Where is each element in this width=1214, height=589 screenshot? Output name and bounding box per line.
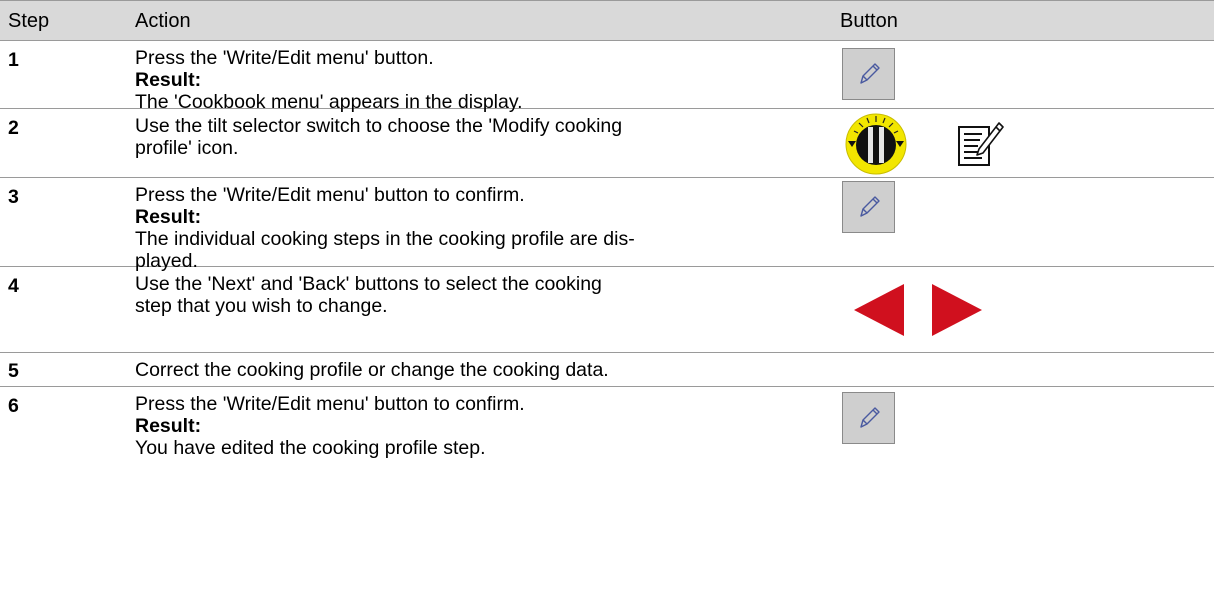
pencil-edit-button-icon	[842, 48, 895, 100]
header-action: Action	[135, 10, 191, 32]
table-row: 2 Use the tilt selector switch to choose…	[0, 109, 1214, 178]
header-step: Step	[8, 10, 50, 32]
result-label: Result:	[135, 415, 202, 437]
next-arrow-icon	[932, 284, 982, 336]
pencil-edit-button-icon	[842, 181, 895, 233]
table-row: 3 Press the 'Write/Edit menu' button to …	[0, 178, 1214, 272]
action-text: Press the 'Write/Edit menu' button to co…	[135, 184, 525, 206]
action-text: Use the tilt selector switch to choose t…	[135, 115, 623, 137]
pencil-edit-button-icon	[842, 392, 895, 444]
action-text: Correct the cooking profile or change th…	[135, 359, 609, 381]
step-number: 3	[8, 186, 19, 208]
action-text: step that you wish to change.	[135, 295, 388, 317]
result-label: Result:	[135, 69, 202, 91]
table-row: 4 Use the 'Next' and 'Back' buttons to s…	[0, 267, 1214, 353]
result-text: You have edited the cooking profile step…	[135, 437, 486, 459]
step-number: 5	[8, 360, 19, 382]
result-label: Result:	[135, 206, 202, 228]
modify-cooking-profile-icon	[955, 119, 1005, 169]
table-row: 6 Press the 'Write/Edit menu' button to …	[0, 387, 1214, 459]
action-text: Press the 'Write/Edit menu' button.	[135, 47, 434, 69]
step-number: 2	[8, 117, 19, 139]
table-row: 5 Correct the cooking profile or change …	[0, 353, 1214, 387]
header-button: Button	[840, 10, 898, 32]
action-text: Use the 'Next' and 'Back' buttons to sel…	[135, 273, 602, 295]
table-header: Step Action Button	[0, 0, 1214, 41]
step-action: Press the 'Write/Edit menu' button to co…	[135, 393, 795, 459]
action-text: profile' icon.	[135, 137, 239, 159]
result-text: The individual cooking steps in the cook…	[135, 228, 635, 250]
step-action: Press the 'Write/Edit menu' button. Resu…	[135, 47, 795, 113]
back-arrow-icon	[854, 284, 904, 336]
step-action: Press the 'Write/Edit menu' button to co…	[135, 184, 795, 272]
action-text: Press the 'Write/Edit menu' button to co…	[135, 393, 525, 415]
table-row: 1 Press the 'Write/Edit menu' button. Re…	[0, 41, 1214, 113]
step-number: 6	[8, 395, 19, 417]
step-number: 4	[8, 275, 19, 297]
step-action: Use the 'Next' and 'Back' buttons to sel…	[135, 273, 795, 317]
step-number: 1	[8, 49, 19, 71]
step-action: Correct the cooking profile or change th…	[135, 359, 795, 381]
step-action: Use the tilt selector switch to choose t…	[135, 115, 795, 159]
tilt-selector-switch-icon	[845, 113, 907, 175]
